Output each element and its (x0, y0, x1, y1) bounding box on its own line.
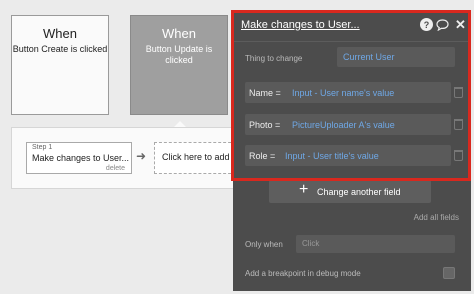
only-when-label: Only when (245, 240, 283, 249)
step-delete-link[interactable]: delete (106, 165, 125, 172)
step-label: Step 1 (32, 144, 53, 151)
event-card-update[interactable]: When Button Update is clicked (130, 15, 228, 115)
event-card-title: When (43, 26, 77, 41)
only-when-input[interactable]: Click (296, 235, 455, 253)
event-card-create[interactable]: When Button Create is clicked (11, 15, 109, 115)
breakpoint-label: Add a breakpoint in debug mode (245, 269, 361, 278)
step-name: Make changes to User... (32, 153, 130, 163)
event-card-title: When (162, 26, 196, 41)
only-when-placeholder: Click (302, 239, 320, 248)
event-card-subtitle: Button Update is clicked (145, 44, 213, 65)
add-all-fields-link[interactable]: Add all fields (414, 213, 459, 222)
highlight-box (231, 10, 471, 181)
change-field-label: Change another field (317, 187, 401, 197)
arrow-right-icon: ➜ (136, 149, 147, 163)
plus-icon: + (299, 181, 309, 198)
change-another-field-button[interactable]: + Change another field (269, 180, 431, 203)
step-1-card[interactable]: Step 1 Make changes to User... delete (26, 142, 132, 174)
event-card-subtitle: Button Create is clicked (12, 44, 108, 54)
add-action-button[interactable]: Click here to add an action... (154, 142, 236, 174)
add-action-label: Click here to add an action... (162, 152, 235, 162)
breakpoint-checkbox[interactable] (443, 267, 455, 279)
